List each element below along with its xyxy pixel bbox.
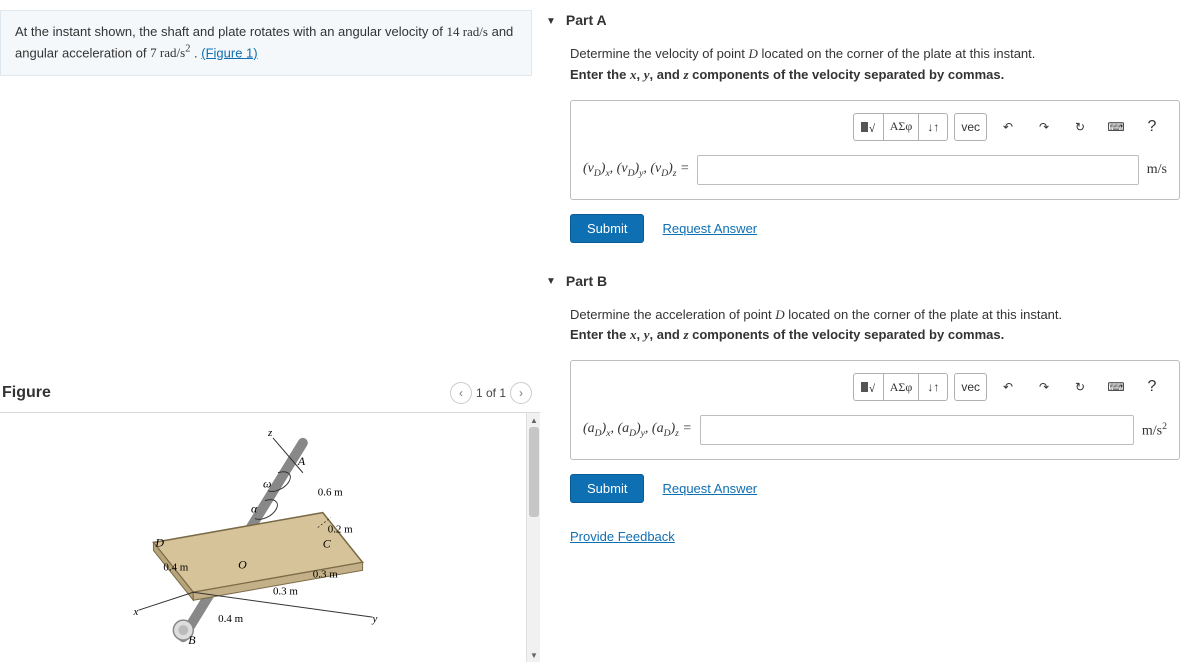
problem-text-1: At the instant shown, the shaft and plat… (15, 24, 446, 39)
vector-button[interactable]: vec (954, 113, 987, 141)
alpha-value: 7 rad/s2 (150, 45, 190, 60)
greek-letters-button-b[interactable]: ΑΣφ (883, 373, 919, 401)
problem-statement: At the instant shown, the shaft and plat… (0, 10, 532, 76)
figure-section: Figure ‹ 1 of 1 › (0, 376, 540, 662)
part-a-request-answer-link[interactable]: Request Answer (662, 221, 757, 236)
part-b-prompt: Determine the acceleration of point D lo… (570, 305, 1180, 347)
figure-link[interactable]: (Figure 1) (201, 45, 257, 60)
part-b-request-answer-link[interactable]: Request Answer (662, 481, 757, 496)
part-b-header[interactable]: ▼ Part B (540, 261, 1190, 297)
part-a-title: Part A (566, 12, 607, 28)
part-a-unit: m/s (1147, 162, 1167, 178)
part-b-submit-button[interactable]: Submit (570, 474, 644, 503)
svg-text:0.4 m: 0.4 m (163, 561, 188, 573)
figure-image: A B C D O 0.6 m 0.2 m 0.3 m 0.3 m 0.4 m … (0, 413, 526, 662)
part-b-toggle-icon: ▼ (546, 276, 556, 287)
vector-button-b[interactable]: vec (954, 373, 987, 401)
redo-button-b[interactable]: ↷ (1029, 373, 1059, 401)
omega-value: 14 rad/s (446, 24, 488, 39)
svg-text:√: √ (869, 383, 876, 394)
part-b-input-row: (aD)x, (aD)y, (aD)z = m/s2 (583, 415, 1167, 445)
keyboard-button[interactable]: ⌨ (1101, 113, 1131, 141)
figure-pager: ‹ 1 of 1 › (450, 382, 532, 404)
subsup-button-b[interactable]: ↓↑ (918, 373, 948, 401)
svg-text:D: D (154, 535, 164, 549)
part-b-expr-label: (aD)x, (aD)y, (aD)z = (583, 421, 692, 439)
figure-next-button[interactable]: › (510, 382, 532, 404)
undo-button-b[interactable]: ↶ (993, 373, 1023, 401)
part-b-unit: m/s2 (1142, 421, 1167, 440)
part-b-answer-input[interactable] (700, 415, 1134, 445)
help-button[interactable]: ? (1137, 113, 1167, 141)
figure-body: A B C D O 0.6 m 0.2 m 0.3 m 0.3 m 0.4 m … (0, 412, 540, 662)
templates-button-b[interactable]: √ (853, 373, 883, 401)
svg-text:x: x (133, 606, 139, 618)
right-column: ▼ Part A Determine the velocity of point… (540, 0, 1200, 662)
figure-title: Figure (2, 384, 51, 402)
svg-text:0.6 m: 0.6 m (318, 487, 343, 499)
svg-text:B: B (188, 633, 196, 647)
scroll-thumb[interactable] (529, 427, 539, 517)
svg-text:O: O (238, 557, 247, 571)
help-button-b[interactable]: ? (1137, 373, 1167, 401)
part-a-header[interactable]: ▼ Part A (540, 0, 1190, 36)
svg-text:ω: ω (263, 477, 271, 491)
svg-text:z: z (267, 427, 273, 439)
scroll-down-icon[interactable]: ▼ (527, 648, 541, 662)
svg-text:α: α (251, 502, 258, 516)
reset-button[interactable]: ↻ (1065, 113, 1095, 141)
part-a-answer-box: √ ΑΣφ ↓↑ vec ↶ ↷ ↻ ⌨ ? (vD)x, (vD)y, (vD… (570, 100, 1180, 200)
subsup-button[interactable]: ↓↑ (918, 113, 948, 141)
part-b-title: Part B (566, 273, 607, 289)
scroll-up-icon[interactable]: ▲ (527, 413, 541, 427)
part-b-answer-box: √ ΑΣφ ↓↑ vec ↶ ↷ ↻ ⌨ ? (aD)x, (aD)y, (aD… (570, 360, 1180, 460)
svg-text:y: y (372, 613, 378, 625)
part-a-input-row: (vD)x, (vD)y, (vD)z = m/s (583, 155, 1167, 185)
part-a-submit-button[interactable]: Submit (570, 214, 644, 243)
part-a-answer-input[interactable] (697, 155, 1138, 185)
undo-button[interactable]: ↶ (993, 113, 1023, 141)
part-a-prompt: Determine the velocity of point D locate… (570, 44, 1180, 86)
svg-text:A: A (297, 454, 306, 468)
part-b-toolbar: √ ΑΣφ ↓↑ vec ↶ ↷ ↻ ⌨ ? (583, 373, 1167, 401)
svg-text:C: C (323, 536, 332, 550)
figure-pager-label: 1 of 1 (476, 386, 506, 400)
keyboard-button-b[interactable]: ⌨ (1101, 373, 1131, 401)
svg-text:0.3 m: 0.3 m (273, 585, 298, 597)
part-b-actions: Submit Request Answer (570, 474, 1180, 503)
svg-text:0.2 m: 0.2 m (328, 524, 353, 536)
greek-letters-button[interactable]: ΑΣφ (883, 113, 919, 141)
left-column: At the instant shown, the shaft and plat… (0, 0, 540, 662)
svg-text:√: √ (869, 123, 876, 134)
templates-button[interactable]: √ (853, 113, 883, 141)
part-a-expr-label: (vD)x, (vD)y, (vD)z = (583, 161, 689, 179)
svg-text:0.4 m: 0.4 m (218, 613, 243, 625)
redo-button[interactable]: ↷ (1029, 113, 1059, 141)
part-b-body: Determine the acceleration of point D lo… (540, 297, 1190, 522)
figure-scrollbar[interactable]: ▲ ▼ (526, 413, 540, 662)
part-a-actions: Submit Request Answer (570, 214, 1180, 243)
part-a-toggle-icon: ▼ (546, 16, 556, 27)
reset-button-b[interactable]: ↻ (1065, 373, 1095, 401)
part-a-toolbar: √ ΑΣφ ↓↑ vec ↶ ↷ ↻ ⌨ ? (583, 113, 1167, 141)
svg-text:0.3 m: 0.3 m (313, 568, 338, 580)
provide-feedback-link[interactable]: Provide Feedback (570, 529, 675, 544)
figure-prev-button[interactable]: ‹ (450, 382, 472, 404)
figure-header: Figure ‹ 1 of 1 › (0, 376, 540, 412)
part-a-body: Determine the velocity of point D locate… (540, 36, 1190, 261)
